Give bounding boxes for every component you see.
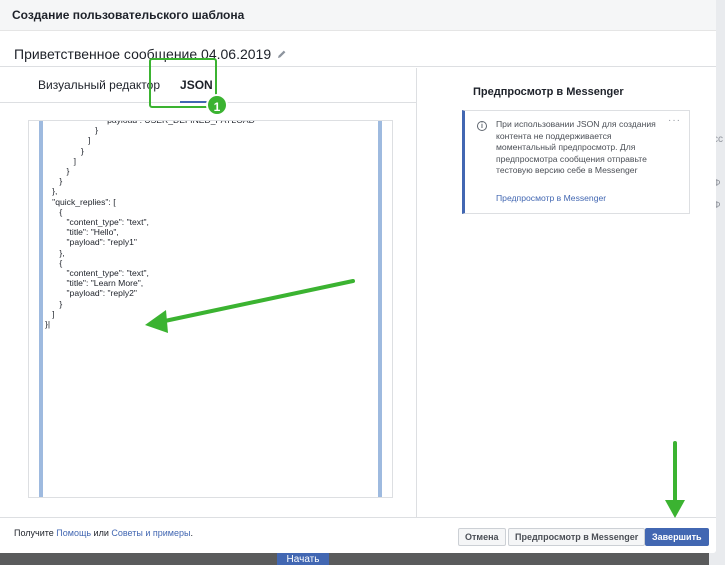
help-link[interactable]: Помощь <box>56 528 91 538</box>
template-name-row[interactable]: Приветственное сообщение 04.06.2019 <box>0 31 716 67</box>
tips-link[interactable]: Советы и примеры <box>111 528 190 538</box>
notice-preview-link[interactable]: Предпросмотр в Messenger <box>496 193 606 203</box>
finish-button[interactable]: Завершить <box>645 528 709 546</box>
json-preview-notice: i При использовании JSON для создания ко… <box>462 110 690 214</box>
footer-middle: или <box>91 528 112 538</box>
editor-gutter-right <box>378 121 382 497</box>
footer-prefix: Получите <box>14 528 57 538</box>
custom-template-dialog: Создание пользовательского шаблона Приве… <box>0 0 716 553</box>
annotation-step-badge: 1 <box>206 94 228 116</box>
footer-suffix: . <box>190 528 193 538</box>
pencil-icon[interactable] <box>277 49 287 59</box>
json-code-editor[interactable]: payload : USER_DEFINED_PAYLOAD } ] } ] }… <box>28 120 393 498</box>
notice-text: При использовании JSON для создания конт… <box>496 119 656 176</box>
editor-pane: Визуальный редактор JSON 1 payload : USE… <box>0 58 417 517</box>
preview-in-messenger-button[interactable]: Предпросмотр в Messenger <box>508 528 646 546</box>
info-icon: i <box>477 121 487 131</box>
background-start-button: Начать <box>277 552 329 565</box>
editor-gutter-left <box>39 121 43 497</box>
dialog-footer: Получите Помощь или Советы и примеры. От… <box>0 517 716 553</box>
json-code[interactable]: payload : USER_DEFINED_PAYLOAD } ] } ] }… <box>45 121 255 329</box>
tab-visual-editor[interactable]: Визуальный редактор <box>28 68 170 102</box>
dialog-title: Создание пользовательского шаблона <box>0 0 716 31</box>
preview-title: Предпросмотр в Messenger <box>473 86 624 98</box>
more-options-icon[interactable]: ··· <box>668 115 681 126</box>
preview-pane: Предпросмотр в Messenger i При использов… <box>418 68 716 517</box>
cancel-button[interactable]: Отмена <box>458 528 506 546</box>
footer-help-text: Получите Помощь или Советы и примеры. <box>14 528 193 538</box>
template-name: Приветственное сообщение 04.06.2019 <box>14 45 272 62</box>
